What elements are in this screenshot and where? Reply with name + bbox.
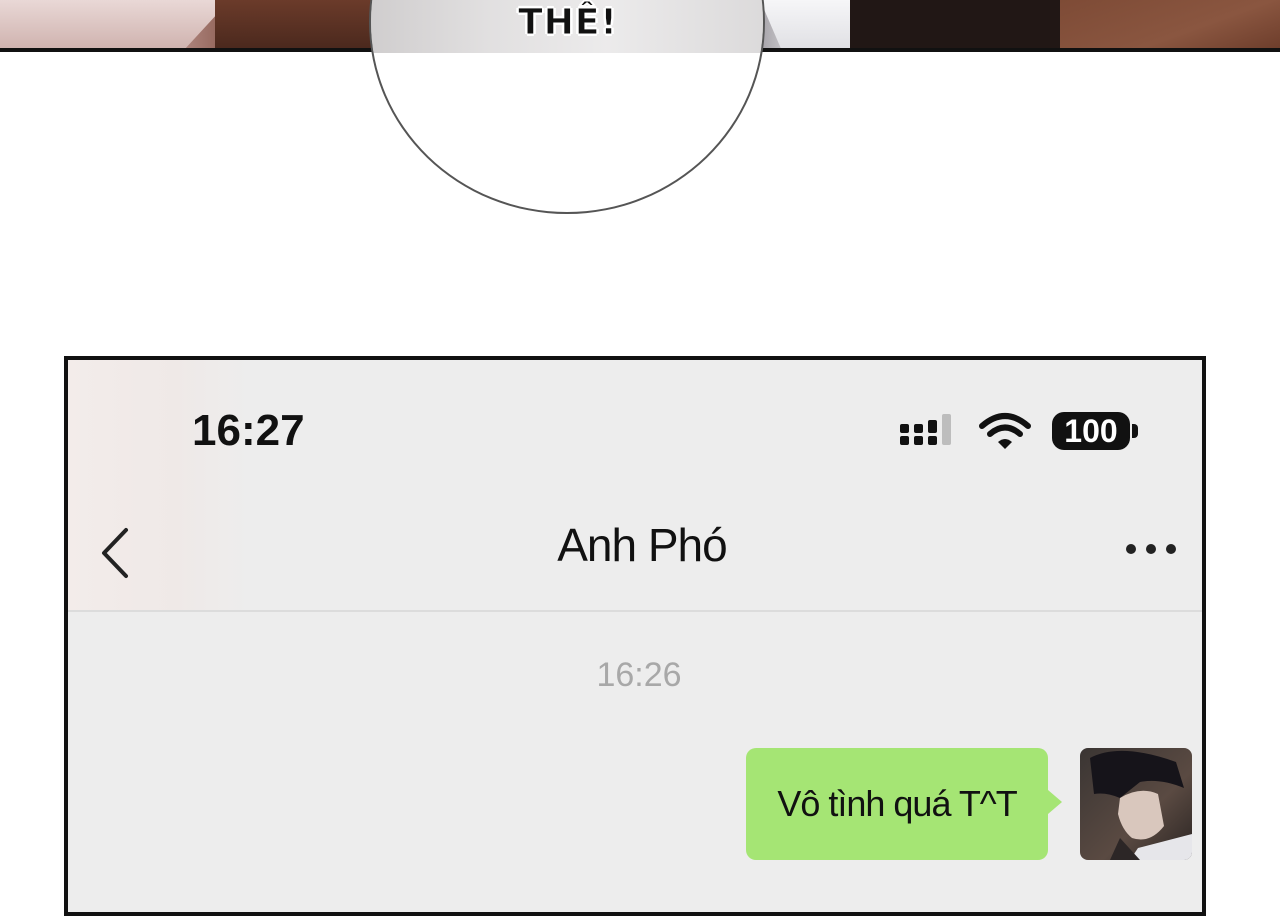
wifi-icon	[979, 413, 1031, 449]
battery-tip	[1132, 424, 1138, 438]
message-text: Vô tình quá T^T	[777, 783, 1017, 824]
battery-icon: 100	[1052, 412, 1130, 450]
header-divider	[68, 610, 1202, 612]
speech-text-wrapper: THÊ!	[0, 2, 1278, 44]
chat-title: Anh Phó	[557, 519, 727, 571]
phone-chat-screen: 16:27 100 Anh Phó 16:26 Vô tình quá T^T	[64, 356, 1206, 916]
signal-icon	[900, 414, 951, 445]
status-bar-time: 16:27	[192, 406, 305, 455]
battery-level: 100	[1064, 412, 1118, 449]
more-horizontal-icon[interactable]	[1122, 540, 1180, 558]
message-timestamp: 16:26	[596, 656, 682, 694]
screen-glare	[68, 360, 248, 610]
message-bubble-outgoing[interactable]: Vô tình quá T^T	[746, 748, 1048, 860]
message-bubble-tail	[1048, 790, 1062, 814]
speech-text: THÊ!	[518, 2, 618, 44]
avatar[interactable]	[1080, 748, 1192, 860]
